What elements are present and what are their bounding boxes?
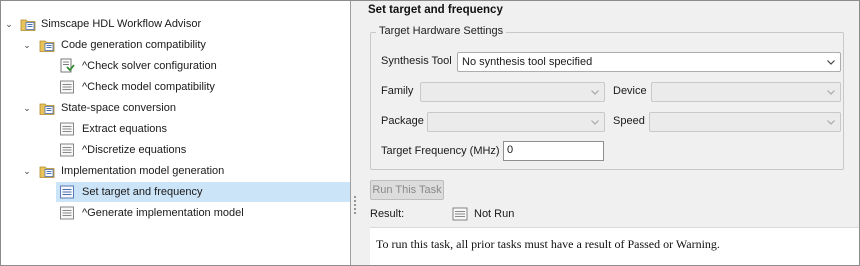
synthesis-tool-label: Synthesis Tool bbox=[381, 55, 452, 67]
tree-item-label: ^Check model compatibility bbox=[82, 81, 215, 93]
chevron-down-icon[interactable]: ⌄ bbox=[22, 166, 32, 176]
chevron-down-icon bbox=[827, 120, 835, 125]
task-page-icon bbox=[60, 143, 74, 157]
tree-item-discretize-equations[interactable]: ^Discretize equations bbox=[1, 140, 350, 160]
splitter-grip-icon[interactable] bbox=[354, 195, 356, 215]
folder-advisor-icon bbox=[39, 40, 55, 52]
chevron-down-icon bbox=[827, 90, 835, 95]
synthesis-tool-value: No synthesis tool specified bbox=[462, 56, 593, 68]
target-hardware-group: Target Hardware Settings Synthesis Tool … bbox=[370, 25, 844, 170]
task-run-icon bbox=[60, 58, 75, 73]
target-frequency-input[interactable]: 0 bbox=[503, 141, 604, 161]
tree-group-code-generation[interactable]: ⌄ Code generation compatibility bbox=[1, 35, 350, 55]
chevron-down-icon[interactable]: ⌄ bbox=[22, 103, 32, 113]
task-page-icon bbox=[60, 80, 74, 94]
tree-item-label: ^Discretize equations bbox=[82, 144, 187, 156]
chevron-down-icon bbox=[591, 90, 599, 95]
speed-label: Speed bbox=[613, 115, 645, 127]
tree-item-check-model[interactable]: ^Check model compatibility bbox=[1, 77, 350, 97]
task-page-icon bbox=[60, 185, 74, 199]
task-title: Set target and frequency bbox=[368, 4, 503, 16]
chevron-down-icon bbox=[591, 120, 599, 125]
device-label: Device bbox=[613, 85, 647, 97]
chevron-down-icon[interactable]: ⌄ bbox=[22, 40, 32, 50]
tree-item-label: Set target and frequency bbox=[82, 186, 203, 198]
tree-root[interactable]: ⌄ Simscape HDL Workflow Advisor bbox=[1, 14, 350, 34]
result-label: Result: bbox=[370, 208, 405, 220]
tree-group-label: Implementation model generation bbox=[61, 165, 225, 177]
tree-root-label: Simscape HDL Workflow Advisor bbox=[41, 18, 202, 30]
not-run-status-icon bbox=[452, 207, 468, 221]
tree-group-label: State-space conversion bbox=[61, 102, 176, 114]
tree-item-label: ^Check solver configuration bbox=[82, 60, 217, 72]
family-label: Family bbox=[381, 85, 414, 97]
workflow-advisor-window: ⌄ Simscape HDL Workflow Advisor ⌄ Code g… bbox=[0, 0, 860, 266]
chevron-down-icon[interactable]: ⌄ bbox=[4, 19, 14, 29]
tree-item-check-solver[interactable]: ^Check solver configuration bbox=[1, 56, 350, 76]
tree-item-generate-implementation[interactable]: ^Generate implementation model bbox=[1, 203, 350, 223]
family-dropdown[interactable] bbox=[420, 82, 605, 102]
folder-advisor-icon bbox=[39, 103, 55, 115]
result-value: Not Run bbox=[474, 208, 515, 220]
device-dropdown[interactable] bbox=[651, 82, 841, 102]
tree-item-extract-equations[interactable]: Extract equations bbox=[1, 119, 350, 139]
folder-advisor-icon bbox=[20, 19, 36, 31]
synthesis-tool-dropdown[interactable]: No synthesis tool specified bbox=[457, 52, 841, 72]
tree-group-label: Code generation compatibility bbox=[61, 39, 206, 51]
tree-group-state-space[interactable]: ⌄ State-space conversion bbox=[1, 98, 350, 118]
task-page-icon bbox=[60, 122, 74, 136]
tree-item-label: Extract equations bbox=[82, 123, 167, 135]
tree-item-set-target-frequency[interactable]: Set target and frequency bbox=[56, 182, 350, 202]
task-message: To run this task, all prior tasks must h… bbox=[376, 237, 720, 251]
tree-item-label: ^Generate implementation model bbox=[82, 207, 244, 219]
package-label: Package bbox=[381, 115, 424, 127]
task-detail-pane: Set target and frequency Target Hardware… bbox=[358, 1, 859, 265]
tree-group-implementation-model[interactable]: ⌄ Implementation model generation bbox=[1, 161, 350, 181]
task-message-panel: To run this task, all prior tasks must h… bbox=[370, 227, 859, 265]
run-this-task-button[interactable]: Run This Task bbox=[370, 180, 444, 200]
folder-advisor-icon bbox=[39, 166, 55, 178]
task-page-icon bbox=[60, 206, 74, 220]
target-frequency-label: Target Frequency (MHz) bbox=[381, 145, 500, 157]
chevron-down-icon bbox=[827, 60, 835, 65]
speed-dropdown[interactable] bbox=[649, 112, 841, 132]
package-dropdown[interactable] bbox=[427, 112, 605, 132]
group-title: Target Hardware Settings bbox=[376, 25, 507, 37]
task-tree[interactable]: ⌄ Simscape HDL Workflow Advisor ⌄ Code g… bbox=[1, 1, 351, 265]
